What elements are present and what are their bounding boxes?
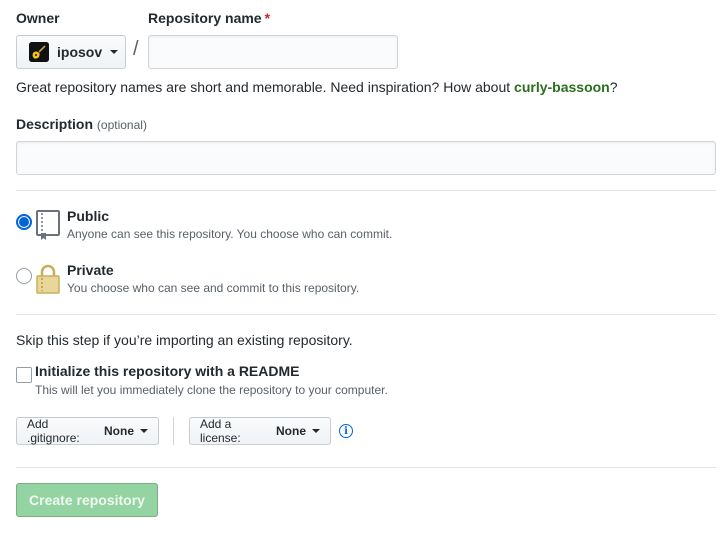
gitignore-label: Add .gitignore:	[27, 417, 80, 445]
name-hint-text: Great repository names are short and mem…	[16, 79, 515, 95]
repository-name-input[interactable]	[148, 35, 398, 69]
avatar	[29, 42, 49, 62]
public-title: Public	[67, 208, 110, 224]
owner-name: iposov	[57, 44, 103, 60]
gitignore-value: None	[104, 424, 134, 438]
description-label: Description (optional)	[16, 116, 147, 132]
caret-down-icon	[110, 50, 119, 54]
private-description: You choose who can see and commit to thi…	[67, 281, 360, 295]
skip-note: Skip this step if you’re importing an ex…	[16, 332, 353, 348]
new-repository-form: Owner iposov / Repository name * Great re…	[0, 0, 728, 533]
name-suggestion-link[interactable]: curly-bassoon	[514, 79, 610, 95]
name-hint: Great repository names are short and mem…	[16, 79, 618, 95]
readme-title: Initialize this repository with a README	[35, 363, 300, 379]
repository-name-label-text: Repository name	[148, 10, 262, 26]
license-select[interactable]: Add a license: None	[189, 417, 331, 445]
owner-select-button[interactable]: iposov	[16, 35, 126, 69]
name-hint-suffix: ?	[609, 79, 618, 95]
required-mark: *	[264, 10, 271, 26]
divider	[16, 190, 716, 191]
public-radio[interactable]	[16, 214, 32, 230]
private-title: Private	[67, 262, 114, 278]
readme-description: This will let you immediately clone the …	[35, 383, 388, 397]
owner-label: Owner	[16, 10, 60, 26]
divider	[16, 467, 716, 468]
description-label-text: Description	[16, 116, 94, 132]
caret-down-icon	[312, 429, 320, 433]
lock-icon	[35, 263, 61, 298]
optional-tag: (optional)	[96, 118, 147, 132]
public-description: Anyone can see this repository. You choo…	[67, 227, 393, 241]
divider	[16, 314, 716, 315]
create-repository-button[interactable]: Create repository	[16, 483, 158, 517]
license-label: Add a license:	[200, 417, 241, 445]
owner-repo-separator: /	[133, 38, 139, 60]
caret-down-icon	[140, 429, 148, 433]
description-input[interactable]	[16, 141, 716, 175]
repository-name-label: Repository name *	[148, 10, 270, 26]
vertical-divider	[173, 417, 174, 445]
repo-icon	[35, 209, 61, 244]
license-value: None	[276, 424, 306, 438]
readme-checkbox[interactable]	[16, 367, 32, 383]
gitignore-select[interactable]: Add .gitignore: None	[16, 417, 159, 445]
info-icon[interactable]: i	[339, 424, 353, 438]
private-radio[interactable]	[16, 268, 32, 284]
